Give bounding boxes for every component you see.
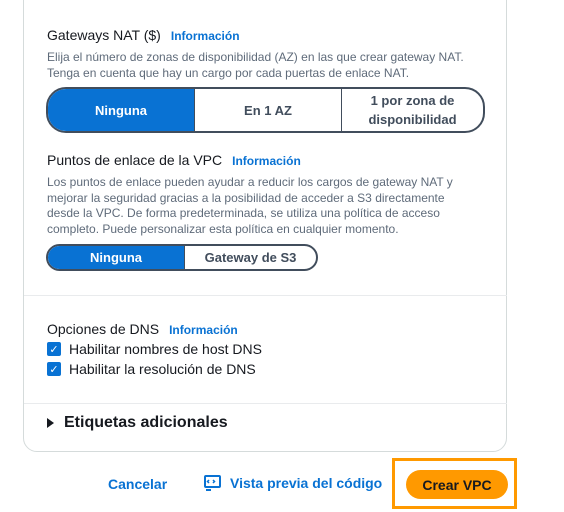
dns-resolution-option[interactable]: ✓ Habilitar la resolución de DNS — [47, 361, 256, 377]
preview-code-button[interactable]: Vista previa del código — [204, 474, 382, 492]
dns-title: Opciones de DNS Información — [47, 321, 238, 337]
additional-tags-expander[interactable]: Etiquetas adicionales — [47, 414, 228, 432]
nat-option-none[interactable]: Ninguna — [48, 89, 194, 131]
additional-tags-label: Etiquetas adicionales — [64, 414, 228, 431]
endpoints-description: Los puntos de enlace pueden ayudar a red… — [47, 175, 453, 237]
endpoints-desc-line: Los puntos de enlace pueden ayudar a red… — [47, 175, 453, 189]
nat-desc-line: Tenga en cuenta que hay un cargo por cad… — [47, 65, 410, 80]
caret-right-icon — [47, 418, 54, 428]
dns-resolution-label: Habilitar la resolución de DNS — [69, 361, 256, 377]
code-preview-icon — [204, 475, 221, 491]
create-vpc-button[interactable]: Crear VPC — [406, 470, 508, 499]
dns-hostnames-label: Habilitar nombres de host DNS — [69, 341, 262, 357]
section-divider — [24, 403, 507, 404]
nat-segmented-control: Ninguna En 1 AZ 1 por zona de disponibil… — [46, 87, 485, 133]
endpoints-option-s3-gateway[interactable]: Gateway de S3 — [184, 246, 316, 269]
dns-info-link[interactable]: Información — [169, 323, 238, 337]
endpoints-info-link[interactable]: Información — [232, 154, 301, 168]
nat-option-per-az-line: 1 por zona de — [370, 93, 455, 108]
nat-option-per-az[interactable]: 1 por zona de disponibilidad — [341, 89, 483, 131]
endpoints-segmented-control: Ninguna Gateway de S3 — [46, 244, 318, 271]
nat-desc-line: Elija el número de zonas de disponibilid… — [47, 50, 464, 64]
cancel-button[interactable]: Cancelar — [108, 476, 167, 492]
endpoints-title: Puntos de enlace de la VPC Información — [47, 152, 301, 168]
nat-option-1az[interactable]: En 1 AZ — [194, 89, 341, 131]
section-divider — [24, 295, 507, 296]
endpoints-option-none[interactable]: Ninguna — [48, 246, 184, 269]
endpoints-desc-line: completo. Puede personalizar esta políti… — [47, 221, 399, 236]
preview-code-label: Vista previa del código — [230, 475, 383, 491]
checkmark-icon[interactable]: ✓ — [47, 342, 61, 356]
nat-gateways-title: Gateways NAT ($) Información — [47, 27, 240, 43]
nat-option-per-az-line: disponibilidad — [368, 112, 457, 127]
endpoints-desc-line: desde la VPC. De forma predeterminada, s… — [47, 206, 440, 220]
dns-label: Opciones de DNS — [47, 321, 160, 337]
nat-gateways-label: Gateways NAT ($) — [47, 27, 161, 43]
nat-info-link[interactable]: Información — [171, 29, 240, 43]
dns-hostnames-option[interactable]: ✓ Habilitar nombres de host DNS — [47, 341, 262, 357]
endpoints-label: Puntos de enlace de la VPC — [47, 152, 223, 168]
checkmark-icon[interactable]: ✓ — [47, 362, 61, 376]
endpoints-desc-line: mejorar la seguridad gracias a la posibi… — [47, 190, 445, 205]
nat-description: Elija el número de zonas de disponibilid… — [47, 50, 464, 81]
